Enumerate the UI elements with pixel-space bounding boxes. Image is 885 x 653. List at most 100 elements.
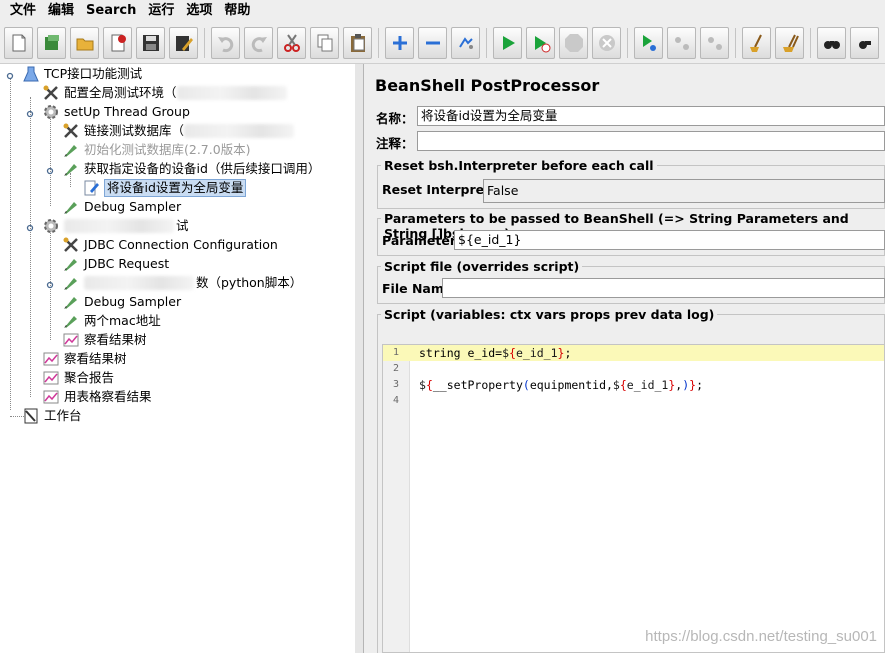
tree-node[interactable]: TCP接口功能测试 <box>22 64 142 83</box>
tree-node-label: 察看结果树 <box>84 332 147 347</box>
tree-connector <box>10 78 11 410</box>
redo-button[interactable] <box>244 26 273 59</box>
tree-scrollbar[interactable] <box>355 64 364 653</box>
open-button[interactable] <box>70 26 99 59</box>
tree-node[interactable]: Debug Sampler <box>62 292 181 311</box>
clear-all-button[interactable] <box>775 26 804 59</box>
tree-node[interactable]: 试 <box>42 216 189 235</box>
save-as-icon <box>175 35 193 51</box>
tree-node[interactable]: 察看结果树 <box>42 349 127 368</box>
tree-node[interactable]: Debug Sampler <box>62 197 181 216</box>
tree-node[interactable]: 配置全局测试环境（ <box>42 83 287 102</box>
collapse-all-button[interactable] <box>418 26 447 59</box>
save-as-button[interactable] <box>169 26 198 59</box>
tree-node-label: 聚合报告 <box>64 370 115 385</box>
menu-run[interactable]: 运行 <box>142 0 180 22</box>
redo-icon <box>251 36 267 52</box>
sampler-icon <box>62 160 80 178</box>
tree-node[interactable]: 初始化测试数据库(2.7.0版本) <box>62 140 251 159</box>
menu-search[interactable]: Search <box>80 0 142 22</box>
remote-shutdown-button[interactable] <box>700 26 729 59</box>
remote-stop-button[interactable] <box>667 26 696 59</box>
tree-node[interactable]: JDBC Request <box>62 254 169 273</box>
tree-connector <box>30 97 31 397</box>
script-file-group-title: Script file (overrides script) <box>381 259 583 274</box>
tree-node-label: Debug Sampler <box>84 199 182 214</box>
sampler-icon <box>62 274 80 292</box>
tree-node[interactable]: 链接测试数据库（ <box>62 121 295 140</box>
watermark: https://blog.csdn.net/testing_su001 <box>645 628 877 645</box>
start-button[interactable] <box>493 26 522 59</box>
tree-expand-toggle-icon[interactable] <box>46 164 54 175</box>
menu-help[interactable]: 帮助 <box>218 0 256 22</box>
menu-options[interactable]: 选项 <box>180 0 218 22</box>
tree-node[interactable]: 用表格察看结果 <box>42 387 152 406</box>
start-icon <box>502 35 515 50</box>
new-button[interactable] <box>4 26 33 59</box>
search-button[interactable] <box>817 26 846 59</box>
line-number: 1 <box>392 347 399 358</box>
tree-node[interactable]: 聚合报告 <box>42 368 114 387</box>
start-no-timers-button[interactable] <box>526 26 555 59</box>
menu-edit[interactable]: 编辑 <box>42 0 80 22</box>
tree-node[interactable]: 数（python脚本） <box>62 273 302 292</box>
postprocessor-icon <box>82 179 100 197</box>
reset-interpreter-select[interactable]: False <box>483 179 885 203</box>
tree-node[interactable]: 两个mac地址 <box>62 311 161 330</box>
shutdown-icon <box>598 34 615 51</box>
sampler-icon <box>62 198 80 216</box>
redacted-text <box>84 275 194 290</box>
clear-icon <box>749 34 762 52</box>
save-button[interactable] <box>136 26 165 59</box>
tree-node-label: 将设备id设置为全局变量 <box>104 178 247 197</box>
tree-node[interactable]: 获取指定设备的设备id（供后续接口调用） <box>62 159 320 178</box>
code-line-1: 1 string e_id=${e_id_1}; <box>383 345 884 361</box>
script-editor[interactable]: 1 string e_id=${e_id_1}; 2 3 ${__setProp… <box>382 344 885 653</box>
tree-node[interactable]: 工作台 <box>22 406 82 425</box>
config-element-icon <box>62 236 80 254</box>
code-text: ${__setProperty(equipmentid,${e_id_1},)}… <box>419 378 704 392</box>
paste-icon <box>350 33 365 52</box>
workbench-icon <box>22 407 40 425</box>
sampler-icon <box>62 141 80 159</box>
toolbar-separator <box>627 27 628 58</box>
toolbar-separator <box>810 27 811 58</box>
tree-node[interactable]: 将设备id设置为全局变量 <box>82 178 247 197</box>
copy-button[interactable] <box>310 26 339 59</box>
comment-input[interactable] <box>417 131 885 151</box>
menu-bar: 文件 编辑 Search 运行 选项 帮助 <box>0 0 885 22</box>
remote-start-icon <box>642 34 656 51</box>
copy-icon <box>317 34 332 51</box>
paste-button[interactable] <box>343 26 372 59</box>
templates-button[interactable] <box>37 26 66 59</box>
cut-button[interactable] <box>277 26 306 59</box>
tree-expand-toggle-icon[interactable] <box>46 278 54 289</box>
file-name-input[interactable] <box>442 278 885 298</box>
shutdown-button[interactable] <box>592 26 621 59</box>
tree-node[interactable]: JDBC Connection Configuration <box>62 235 278 254</box>
toggle-button[interactable] <box>451 26 480 59</box>
reset-search-icon <box>858 40 871 49</box>
tree-expand-toggle-icon[interactable] <box>26 107 34 118</box>
sampler-icon <box>62 293 80 311</box>
undo-button[interactable] <box>211 26 240 59</box>
tree-node[interactable]: setUp Thread Group <box>42 102 190 121</box>
expand-all-button[interactable] <box>385 26 414 59</box>
line-number: 2 <box>392 363 399 374</box>
name-label: 名称： <box>376 111 414 126</box>
test-plan-tree[interactable]: TCP接口功能测试 配置全局测试环境（ setUp Thread Group 链接测试… <box>0 64 356 653</box>
listener-icon <box>42 350 60 368</box>
reset-search-button[interactable] <box>850 26 879 59</box>
tree-expand-toggle-icon[interactable] <box>26 221 34 232</box>
remote-start-button[interactable] <box>634 26 663 59</box>
parameters-input[interactable]: ${e_id_1} <box>454 230 885 250</box>
tree-expand-toggle-icon[interactable] <box>6 69 14 80</box>
clear-button[interactable] <box>742 26 771 59</box>
close-file-button[interactable] <box>103 26 132 59</box>
menu-file[interactable]: 文件 <box>4 0 42 22</box>
tree-node[interactable]: 察看结果树 <box>62 330 147 349</box>
search-icon <box>823 40 840 49</box>
name-input[interactable]: 将设备id设置为全局变量 <box>417 106 885 126</box>
listener-icon <box>42 388 60 406</box>
stop-button[interactable] <box>559 26 588 59</box>
